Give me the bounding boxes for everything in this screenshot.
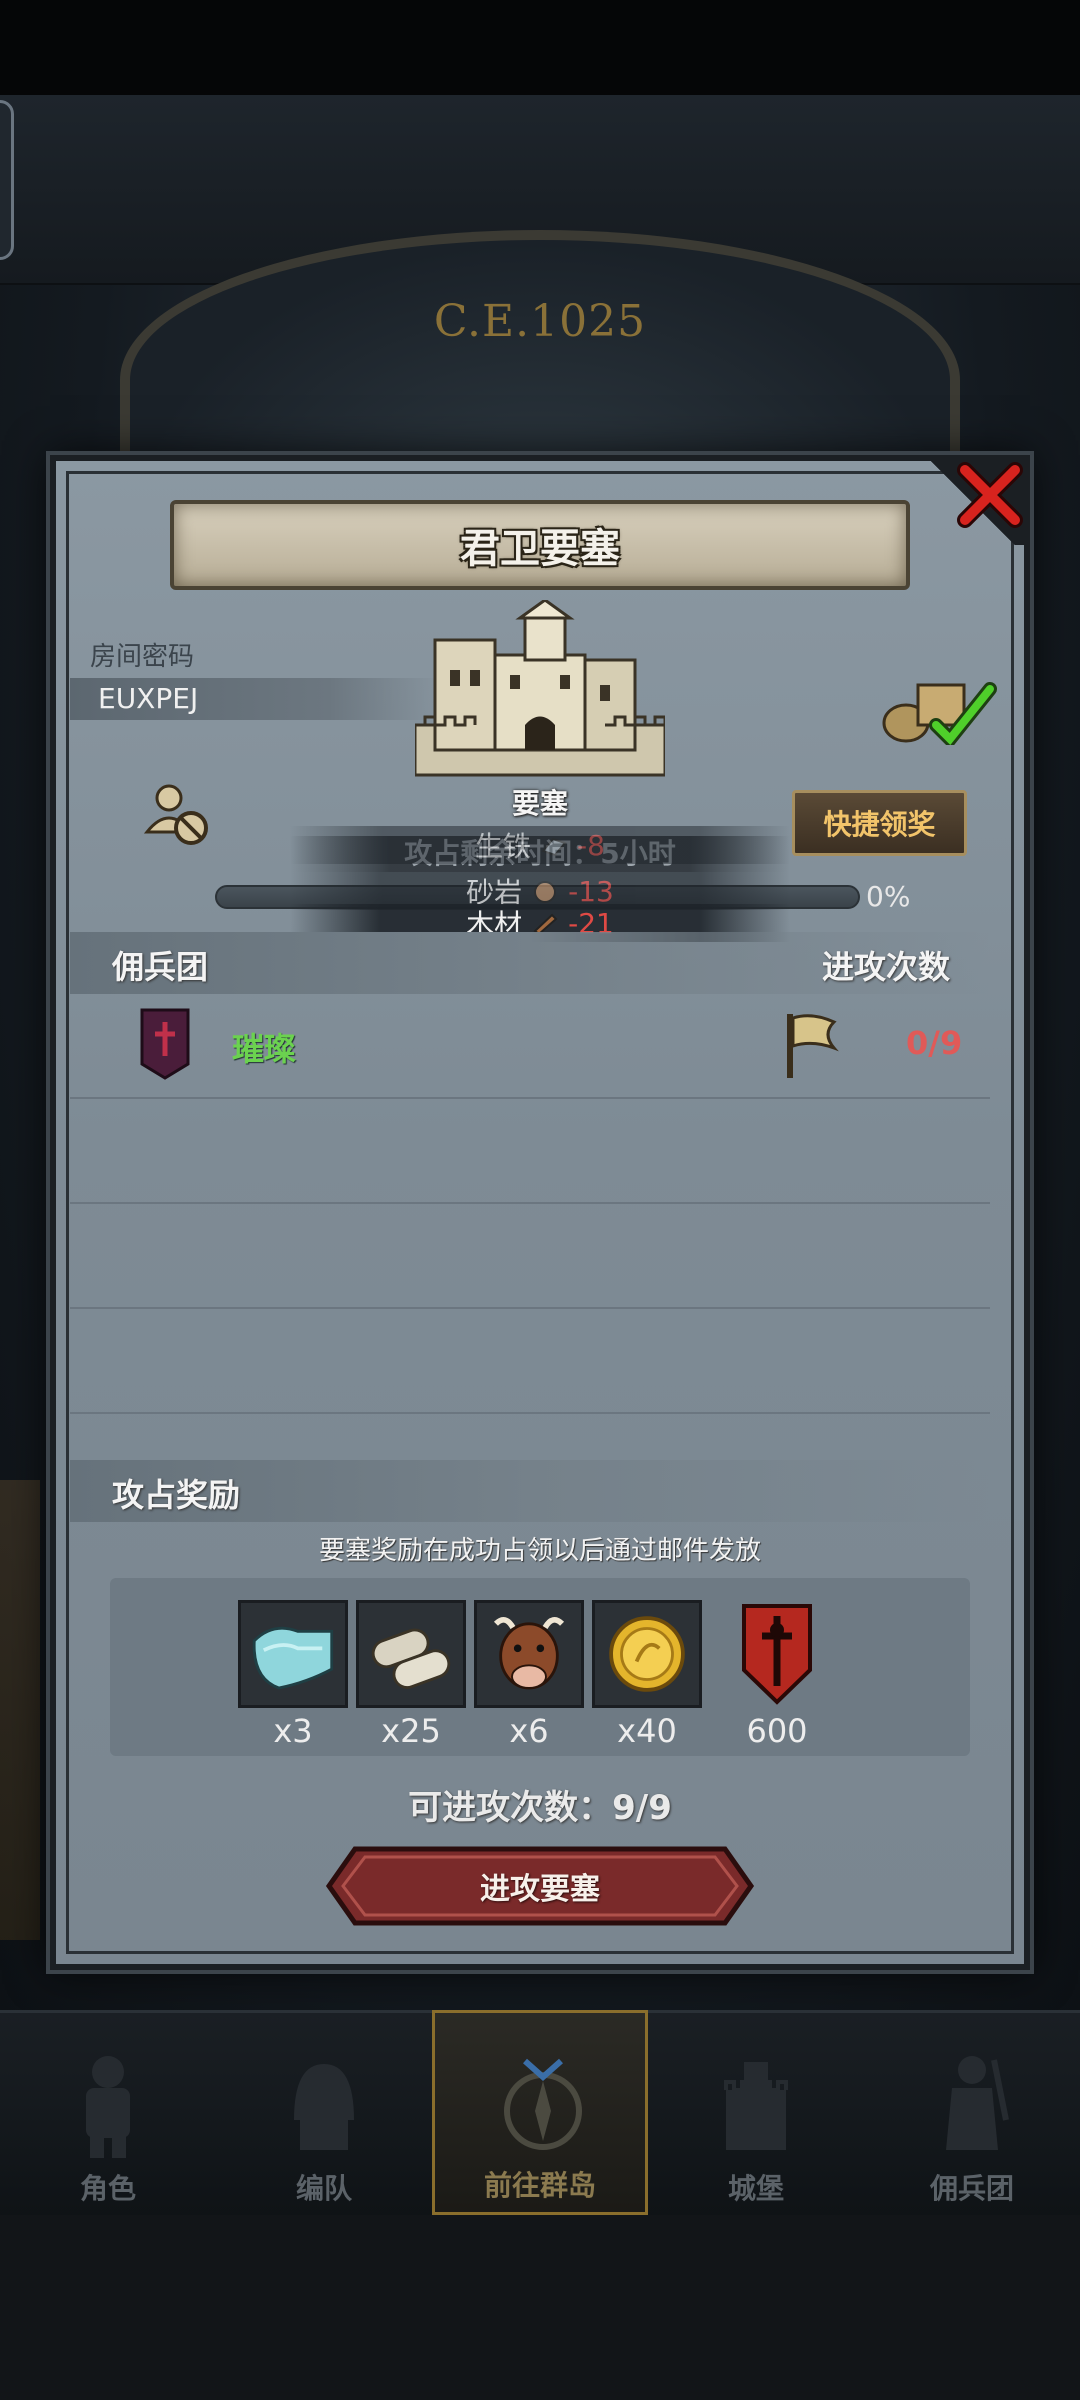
remaining-attempts: 可进攻次数：9/9 (408, 1788, 672, 1828)
status-bar-area (0, 0, 1080, 95)
attack-fortress-button[interactable]: 进攻要塞 (325, 1845, 755, 1927)
bottom-area (0, 2215, 1080, 2400)
nav-item-castle[interactable]: 城堡 (648, 2010, 864, 2215)
reward-item-cow[interactable] (474, 1600, 584, 1708)
reward-claimed-icon[interactable] (878, 665, 998, 745)
attack-button-label: 进攻要塞 (480, 1872, 600, 1907)
resource-value: -8 (577, 828, 605, 862)
compass-icon (504, 2058, 582, 2150)
reward-count: x6 (509, 1712, 549, 1750)
divider (70, 1202, 990, 1204)
divider (70, 1412, 990, 1414)
reward-item-cloth[interactable] (238, 1600, 348, 1708)
cloth-icon (252, 1626, 334, 1690)
mercenary-name[interactable]: 璀璨 (232, 1024, 296, 1070)
resource-row-iron: 生铁 -8 (290, 826, 790, 864)
side-tab[interactable] (0, 100, 14, 260)
divider (70, 1097, 990, 1099)
dialog-title: 君卫要塞 (460, 526, 620, 572)
flag-icon (787, 1014, 839, 1078)
gold-coin-icon (609, 1616, 685, 1692)
reward-item-scroll[interactable] (356, 1600, 466, 1708)
reward-header: 攻占奖励 (112, 1476, 241, 1514)
nav-label: 编队 (295, 2172, 352, 2205)
occupy-progress-percent: 0% (866, 880, 911, 913)
mercenary-icon (946, 2056, 1009, 2150)
attack-count-header: 进攻次数 (822, 948, 951, 986)
quick-claim-label: 快捷领奖 (823, 808, 936, 841)
nav-item-character[interactable]: 角色 (0, 2010, 216, 2215)
no-player-icon (143, 784, 208, 845)
close-icon (957, 462, 1023, 528)
nav-label: 前往群岛 (483, 2169, 596, 2202)
resource-name: 生铁 (475, 830, 532, 863)
mercenary-banner-icon (140, 1008, 190, 1080)
building-label: 要塞 (511, 787, 568, 820)
room-code: EUXPEJ (98, 682, 199, 715)
title-banner: 君卫要塞 (170, 500, 910, 590)
close-button[interactable] (950, 455, 1030, 535)
resource-value: -13 (568, 874, 614, 908)
nav-item-islands[interactable]: 前往群岛 (432, 2010, 648, 2215)
era-year: C.E.1025 (433, 296, 647, 347)
divider (70, 1307, 990, 1309)
nav-label: 角色 (79, 2172, 136, 2205)
cow-icon (493, 1617, 565, 1690)
reward-count: x3 (273, 1712, 313, 1750)
mercenary-attack-count: 0/9 (906, 1024, 963, 1062)
reward-count: x40 (617, 1712, 677, 1750)
quick-claim-button[interactable]: 快捷领奖 (792, 790, 967, 856)
nav-item-formation[interactable]: 编队 (216, 2010, 432, 2215)
fortress-icon (415, 600, 665, 777)
mercenary-header: 佣兵团 (112, 948, 209, 986)
room-code-label: 房间密码 (90, 642, 195, 672)
sandstone-icon (534, 881, 557, 903)
reward-item-gold[interactable] (592, 1600, 702, 1708)
nav-label: 佣兵团 (929, 2172, 1014, 2205)
nav-item-mercenary[interactable]: 佣兵团 (864, 2010, 1080, 2215)
scroll-icon (371, 1628, 451, 1689)
reward-count: x25 (381, 1712, 441, 1750)
knight-icon (86, 2056, 130, 2158)
iron-icon (541, 837, 567, 857)
castle-icon (724, 2062, 788, 2150)
reward-note: 要塞奖励在成功占领以后通过邮件发放 (318, 1536, 761, 1566)
helmet-icon (294, 2064, 354, 2150)
reward-count: 600 (746, 1712, 808, 1750)
nav-label: 城堡 (727, 2172, 784, 2205)
sword-emblem-icon[interactable] (740, 1600, 814, 1708)
